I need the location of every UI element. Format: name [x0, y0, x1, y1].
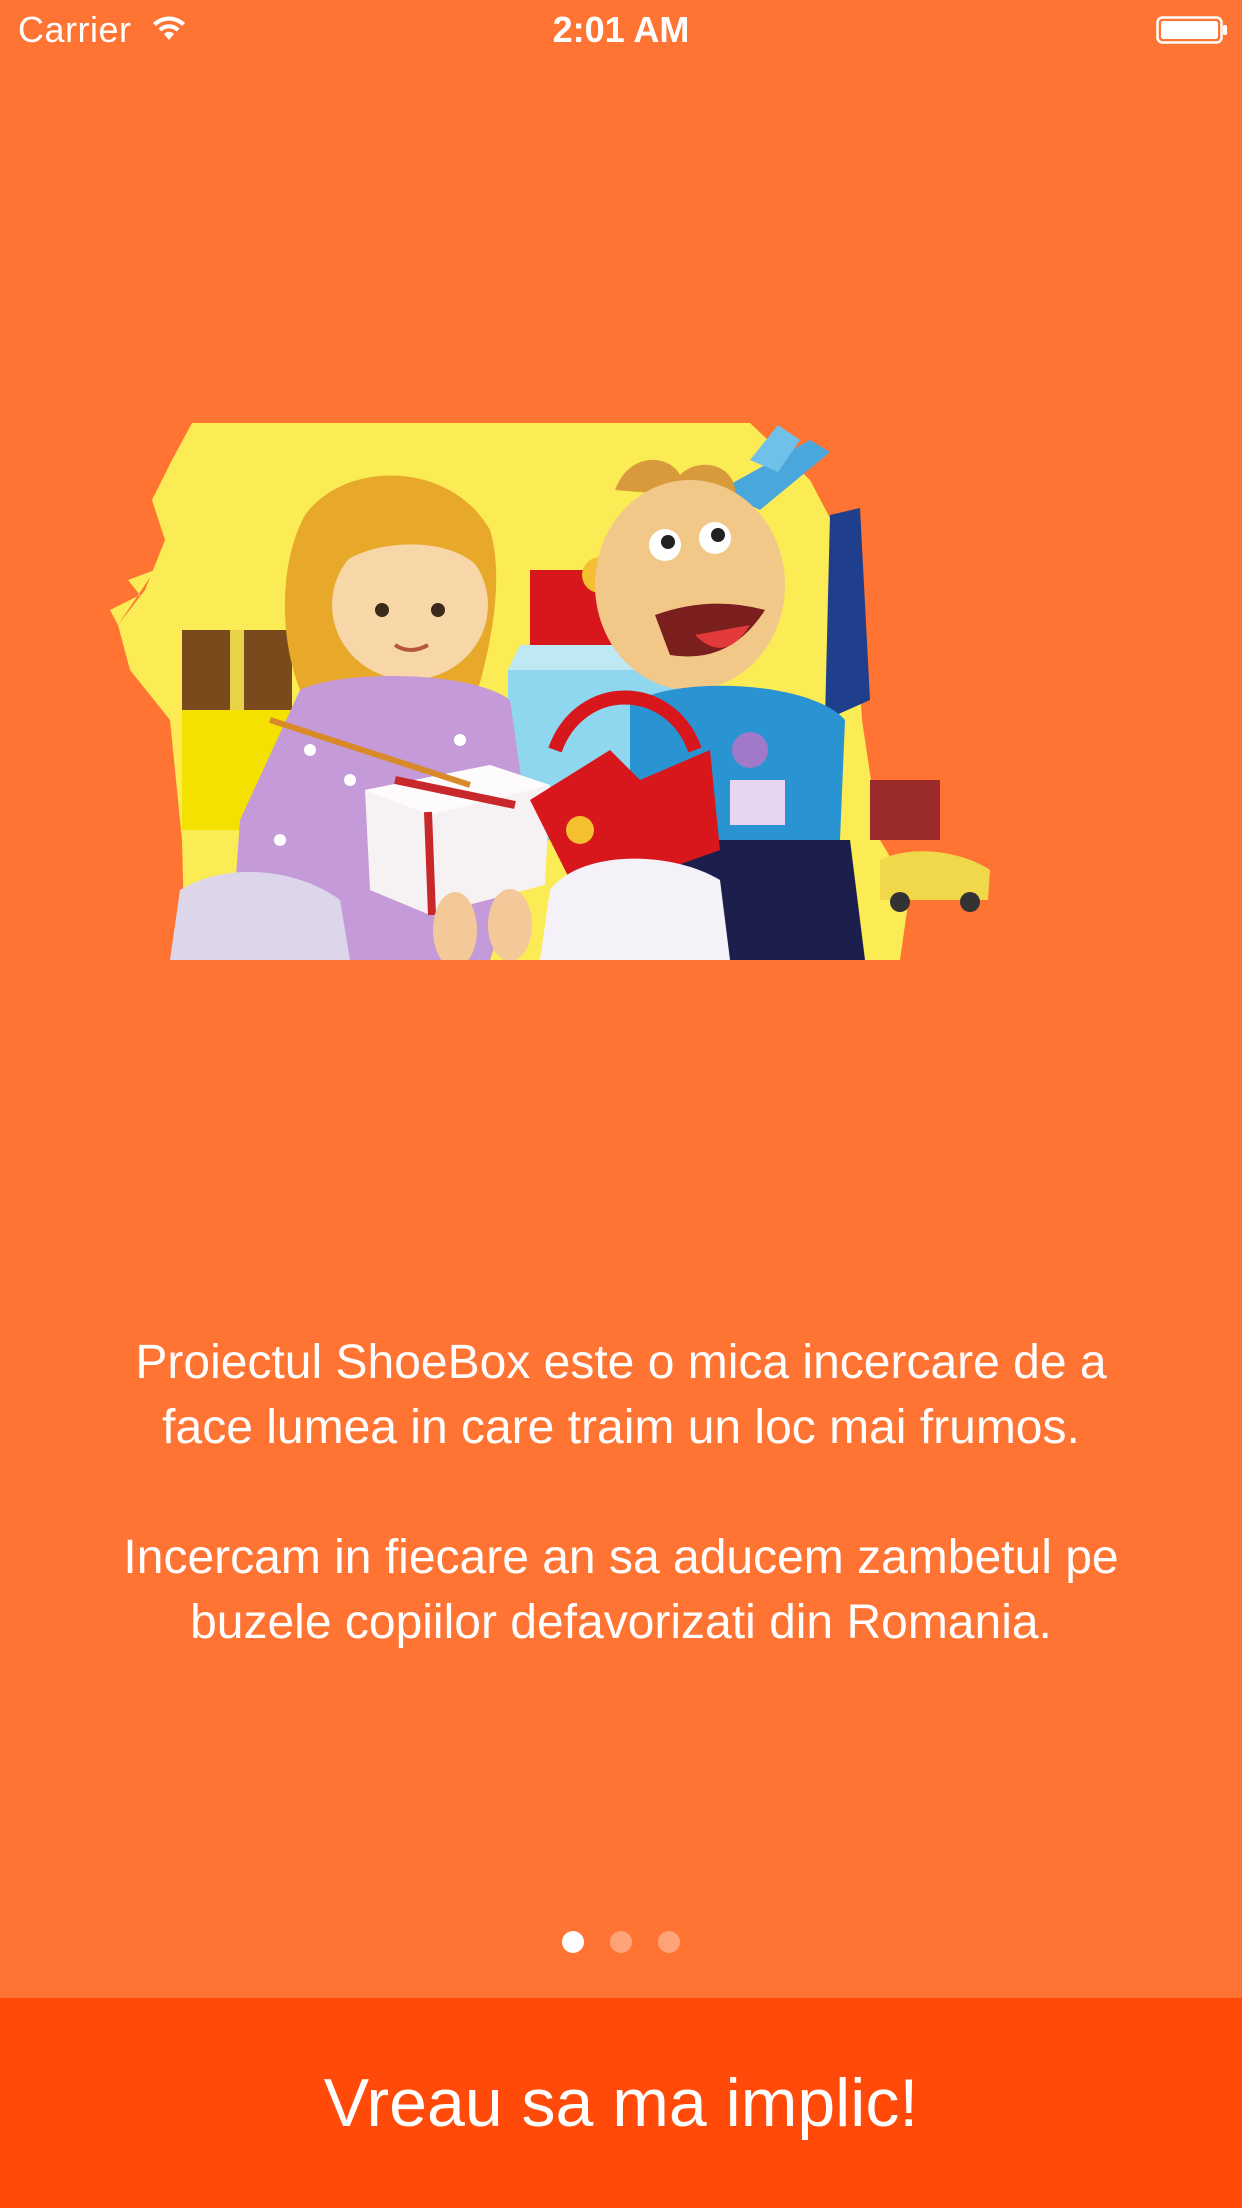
page-dot-2[interactable]	[610, 1931, 632, 1953]
onboarding-description: Proiectul ShoeBox este o mica incercare …	[100, 1330, 1142, 1655]
description-paragraph-1: Proiectul ShoeBox este o mica incercare …	[135, 1336, 1107, 1454]
status-bar: Carrier 2:01 AM	[0, 0, 1242, 60]
page-dot-3[interactable]	[658, 1931, 680, 1953]
battery-icon	[1156, 16, 1227, 44]
get-involved-button[interactable]: Vreau sa ma implic!	[0, 1998, 1242, 2208]
description-paragraph-2: Incercam in fiecare an sa aducem zambetu…	[123, 1531, 1119, 1649]
status-time: 2:01 AM	[552, 9, 690, 50]
onboarding-screen: Carrier 2:01 AM Proiectul ShoeBox este o…	[0, 0, 1242, 2208]
children-opening-gifts-illustration	[110, 423, 990, 960]
page-dot-1[interactable]	[562, 1931, 584, 1953]
page-control[interactable]	[0, 1931, 1242, 1953]
